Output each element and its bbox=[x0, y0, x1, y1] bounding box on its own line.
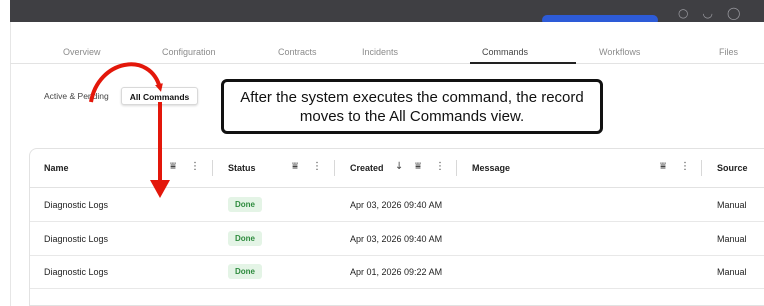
status-badge: Done bbox=[228, 231, 262, 246]
cell-name: Diagnostic Logs bbox=[44, 234, 109, 244]
cell-source: Manual bbox=[717, 267, 747, 277]
cell-source: Manual bbox=[717, 234, 747, 244]
column-header-name[interactable]: Name bbox=[44, 163, 69, 173]
column-divider bbox=[334, 160, 335, 176]
tab-workflows[interactable]: Workflows bbox=[599, 47, 640, 57]
topbar-icons: ○◡◯ bbox=[678, 6, 755, 20]
column-header-source[interactable]: Source bbox=[717, 163, 748, 173]
view-segmented-control: Active & Pending All Commands bbox=[36, 87, 199, 107]
column-divider bbox=[701, 160, 702, 176]
cell-name: Diagnostic Logs bbox=[44, 200, 109, 210]
cell-source: Manual bbox=[717, 200, 747, 210]
status-badge: Done bbox=[228, 264, 262, 279]
kebab-menu-icon[interactable]: ⋮ bbox=[312, 161, 322, 172]
table-row[interactable]: Diagnostic Logs Done Apr 03, 2026 09:40 … bbox=[30, 223, 764, 256]
tab-configuration[interactable]: Configuration bbox=[162, 47, 216, 57]
filter-icon[interactable]: ⩸ bbox=[170, 161, 176, 172]
cell-created: Apr 01, 2026 09:22 AM bbox=[350, 267, 443, 277]
column-header-created[interactable]: Created bbox=[350, 163, 384, 173]
table-header: Name ⩸ ⋮ Status ⩸ ⋮ Created ↓ ⩸ ⋮ Messag… bbox=[30, 149, 764, 188]
tab-commands[interactable]: Commands bbox=[482, 47, 528, 57]
column-header-status[interactable]: Status bbox=[228, 163, 256, 173]
nav-tabs: Overview Configuration Contracts Inciden… bbox=[10, 40, 764, 64]
tab-files[interactable]: Files bbox=[719, 47, 738, 57]
filter-icon[interactable]: ⩸ bbox=[415, 161, 421, 172]
annotation-callout: After the system executes the command, t… bbox=[221, 79, 603, 134]
active-tab-indicator bbox=[470, 62, 576, 64]
filter-icon[interactable]: ⩸ bbox=[292, 161, 298, 172]
table-row[interactable]: Diagnostic Logs Done Apr 03, 2026 09:40 … bbox=[30, 189, 764, 222]
kebab-menu-icon[interactable]: ⋮ bbox=[435, 161, 445, 172]
column-divider bbox=[456, 160, 457, 176]
tab-contracts[interactable]: Contracts bbox=[278, 47, 317, 57]
filter-icon[interactable]: ⩸ bbox=[660, 161, 666, 172]
cell-created: Apr 03, 2026 09:40 AM bbox=[350, 234, 443, 244]
status-badge: Done bbox=[228, 197, 262, 212]
commands-table: Name ⩸ ⋮ Status ⩸ ⋮ Created ↓ ⩸ ⋮ Messag… bbox=[29, 148, 764, 306]
app-topbar: ○◡◯ bbox=[10, 0, 764, 25]
tab-incidents[interactable]: Incidents bbox=[362, 47, 398, 57]
kebab-menu-icon[interactable]: ⋮ bbox=[190, 161, 200, 172]
cell-name: Diagnostic Logs bbox=[44, 267, 109, 277]
table-row[interactable]: Diagnostic Logs Done Apr 01, 2026 09:22 … bbox=[30, 256, 764, 289]
kebab-menu-icon[interactable]: ⋮ bbox=[680, 161, 690, 172]
column-divider bbox=[212, 160, 213, 176]
column-header-message[interactable]: Message bbox=[472, 163, 510, 173]
sort-down-icon[interactable]: ↓ bbox=[395, 161, 403, 172]
segment-all-commands[interactable]: All Commands bbox=[120, 87, 199, 105]
tab-overview[interactable]: Overview bbox=[63, 47, 101, 57]
segment-active-pending[interactable]: Active & Pending bbox=[36, 87, 117, 105]
cell-created: Apr 03, 2026 09:40 AM bbox=[350, 200, 443, 210]
